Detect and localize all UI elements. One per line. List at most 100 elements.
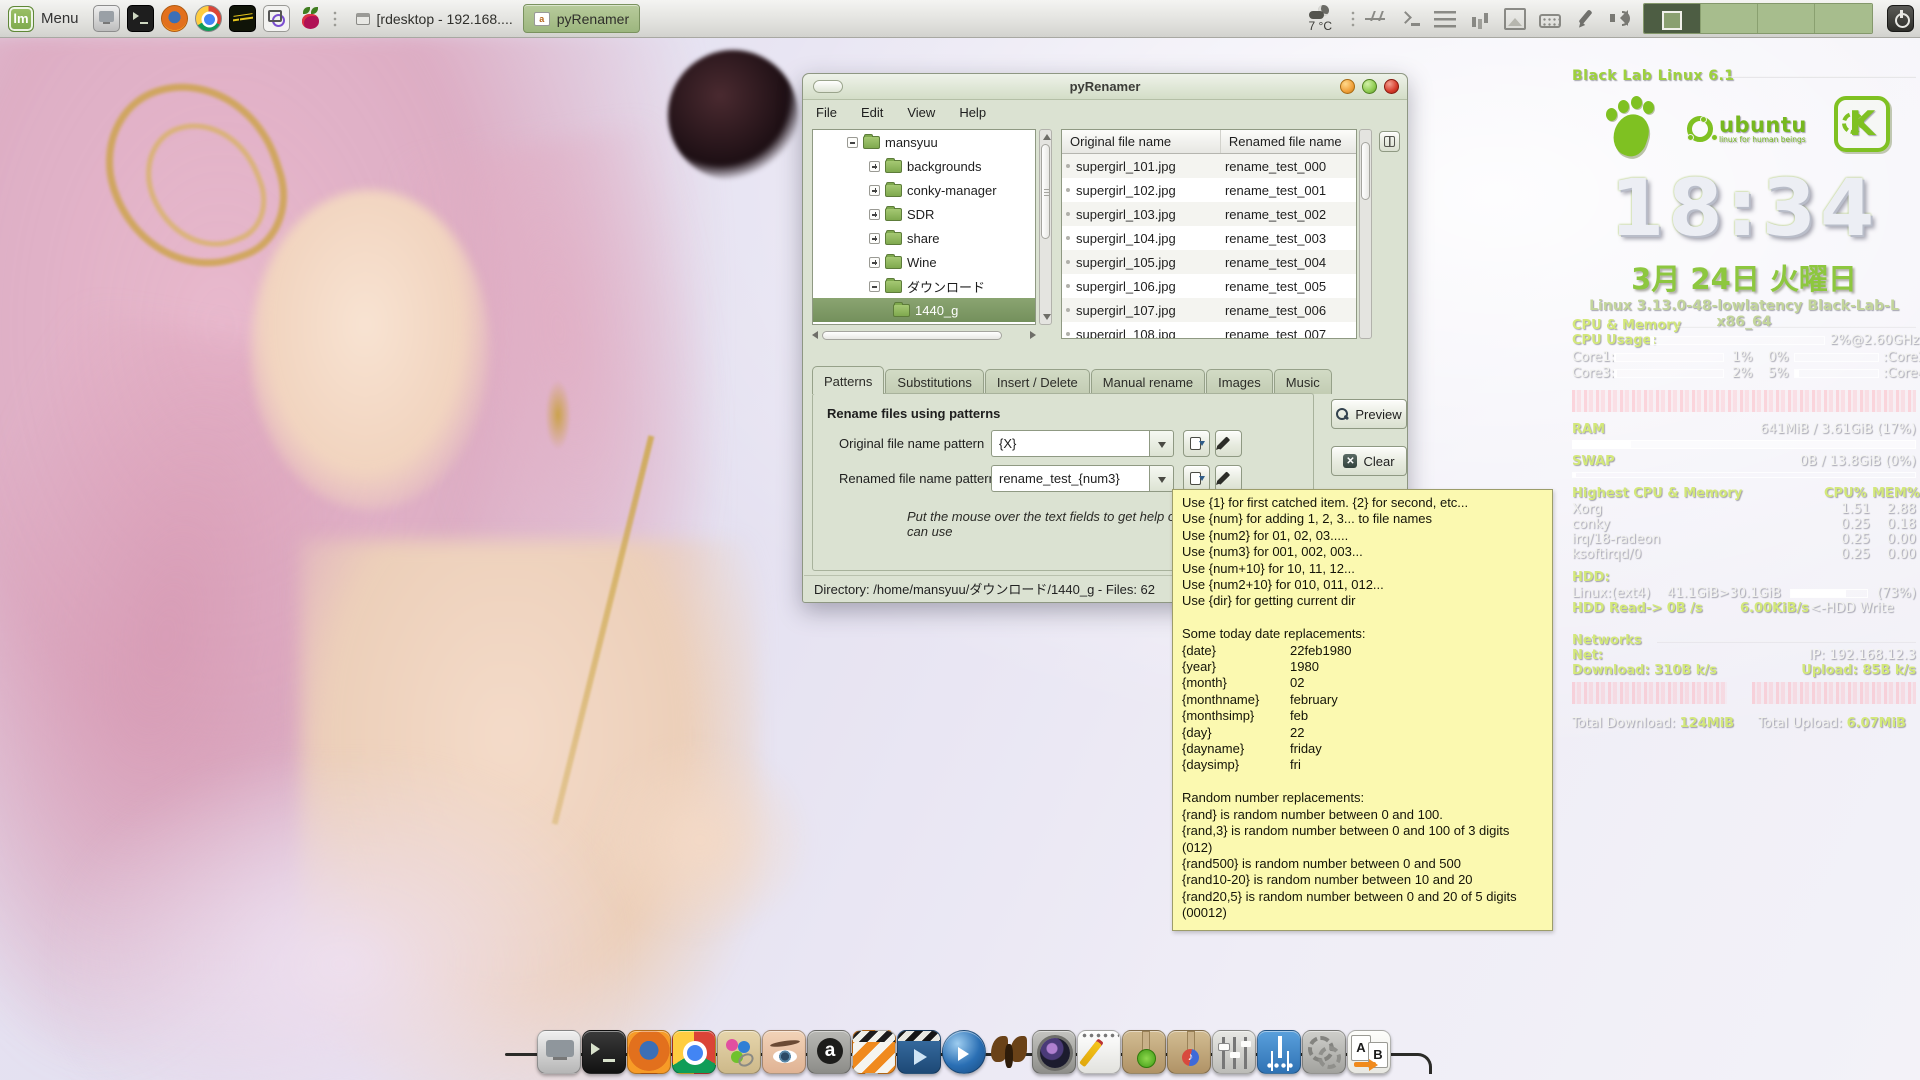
file-row[interactable]: supergirl_102.jpgrename_test_001 xyxy=(1062,178,1356,202)
workspace-3[interactable] xyxy=(1758,4,1815,33)
scrollbar-thumb[interactable] xyxy=(822,331,1002,340)
dock-notes-icon[interactable] xyxy=(1077,1030,1121,1074)
tree-item-1440g-selected[interactable]: 1440_g xyxy=(813,298,1035,322)
terminal-launcher-icon[interactable] xyxy=(127,5,154,32)
tree-item-wine[interactable]: Wine xyxy=(813,250,1035,274)
dock-chrome-icon[interactable] xyxy=(672,1030,716,1074)
dock-openshot-icon[interactable] xyxy=(852,1030,896,1074)
dock-terminal-icon[interactable] xyxy=(582,1030,626,1074)
file-row[interactable]: supergirl_104.jpgrename_test_003 xyxy=(1062,226,1356,250)
scroll-right-arrow[interactable] xyxy=(1030,331,1036,339)
tree-item-mansyuu[interactable]: mansyuu xyxy=(813,130,1035,154)
tree-item-conky-manager[interactable]: conky-manager xyxy=(813,178,1035,202)
tab-music[interactable]: Music xyxy=(1274,369,1332,394)
dock-web-video-icon[interactable] xyxy=(942,1030,986,1074)
expander-collapsed-icon[interactable] xyxy=(869,209,880,220)
tree-horizontal-scrollbar[interactable] xyxy=(812,329,1036,341)
clear-button[interactable]: Clear xyxy=(1331,446,1407,476)
expander-collapsed-icon[interactable] xyxy=(869,161,880,172)
raspberry-launcher-icon[interactable] xyxy=(297,5,324,32)
dock-camera-lens-icon[interactable] xyxy=(1032,1030,1076,1074)
file-row[interactable]: supergirl_106.jpgrename_test_005 xyxy=(1062,274,1356,298)
screenshot-tray-icon[interactable] xyxy=(1504,8,1526,30)
keyboard-tray-icon[interactable] xyxy=(1539,14,1561,28)
dock-firefox-icon[interactable] xyxy=(627,1030,671,1074)
dock-gears-icon[interactable] xyxy=(1302,1030,1346,1074)
tab-substitutions[interactable]: Substitutions xyxy=(885,369,983,394)
scroll-down-arrow[interactable] xyxy=(1043,314,1051,320)
edit-pattern-button[interactable] xyxy=(1215,430,1242,457)
close-button[interactable] xyxy=(1384,79,1399,94)
menu-button[interactable]: Menu xyxy=(0,0,89,38)
taskbar-item-pyrenamer[interactable]: pyRenamer xyxy=(523,4,640,33)
dock-moth-icon[interactable] xyxy=(987,1030,1031,1074)
taskbar-item-rdesktop[interactable]: [rdesktop - 192.168.... xyxy=(346,4,523,33)
combo-dropdown-arrow[interactable] xyxy=(1149,430,1174,457)
volume-tray-icon[interactable] xyxy=(1609,8,1631,30)
tree-vertical-scrollbar[interactable] xyxy=(1039,129,1052,325)
dock-eye-makeup-icon[interactable] xyxy=(762,1030,806,1074)
menu-lines-tray-icon[interactable] xyxy=(1434,8,1456,30)
workspace-1[interactable] xyxy=(1644,4,1701,33)
expander-collapsed-icon[interactable] xyxy=(869,233,880,244)
dock-audio-mixer-icon[interactable] xyxy=(1212,1030,1256,1074)
preview-button[interactable]: Preview xyxy=(1331,399,1407,429)
dock-package-installer-icon[interactable] xyxy=(1122,1030,1166,1074)
file-row[interactable]: supergirl_107.jpgrename_test_006 xyxy=(1062,298,1356,322)
combo-dropdown-arrow[interactable] xyxy=(1149,465,1174,492)
oscilloscope-launcher-icon[interactable] xyxy=(229,5,256,32)
dock-apt-icon[interactable] xyxy=(807,1030,851,1074)
scrollbar-thumb[interactable] xyxy=(1041,144,1050,239)
system-monitor-tray-icon[interactable] xyxy=(1364,8,1386,30)
maximize-button[interactable] xyxy=(1362,79,1377,94)
terminal-tray-icon[interactable] xyxy=(1399,8,1421,30)
dock-package-music-icon[interactable] xyxy=(1167,1030,1211,1074)
apply-pattern-button[interactable] xyxy=(1183,430,1210,457)
edit-pattern-button[interactable] xyxy=(1215,465,1242,492)
scroll-up-arrow[interactable] xyxy=(1043,134,1051,140)
expander-expanded-icon[interactable] xyxy=(847,137,858,148)
file-row[interactable]: supergirl_103.jpgrename_test_002 xyxy=(1062,202,1356,226)
power-button[interactable] xyxy=(1887,5,1914,32)
minimize-button[interactable] xyxy=(1340,79,1355,94)
original-pattern-input[interactable]: {X} xyxy=(991,430,1149,457)
dock-display-icon[interactable] xyxy=(537,1030,581,1074)
expander-collapsed-icon[interactable] xyxy=(869,257,880,268)
menu-file[interactable]: File xyxy=(816,105,837,120)
tree-item-share[interactable]: share xyxy=(813,226,1035,250)
menu-help[interactable]: Help xyxy=(959,105,986,120)
file-list-scrollbar[interactable] xyxy=(1359,129,1372,339)
expander-expanded-icon[interactable] xyxy=(869,281,880,292)
expander-collapsed-icon[interactable] xyxy=(869,185,880,196)
tree-item-backgrounds[interactable]: backgrounds xyxy=(813,154,1035,178)
column-original-file-name[interactable]: Original file name xyxy=(1062,130,1221,153)
tree-item-downloads[interactable]: ダウンロード xyxy=(813,274,1035,298)
titlebar[interactable]: pyRenamer xyxy=(803,74,1407,100)
tab-insert-delete[interactable]: Insert / Delete xyxy=(985,369,1090,394)
dock-anchor-icon[interactable] xyxy=(1257,1030,1301,1074)
scrollbar-thumb[interactable] xyxy=(1361,142,1370,200)
column-options-button[interactable] xyxy=(1379,131,1400,152)
scroll-left-arrow[interactable] xyxy=(812,331,818,339)
file-row[interactable]: supergirl_105.jpgrename_test_004 xyxy=(1062,250,1356,274)
workspace-2[interactable] xyxy=(1701,4,1758,33)
apply-pattern-button[interactable] xyxy=(1183,465,1210,492)
tab-images[interactable]: Images xyxy=(1206,369,1273,394)
bars-tray-icon[interactable] xyxy=(1469,8,1491,30)
menu-edit[interactable]: Edit xyxy=(861,105,883,120)
menu-view[interactable]: View xyxy=(907,105,935,120)
column-renamed-file-name[interactable]: Renamed file name xyxy=(1221,130,1356,153)
file-row[interactable]: supergirl_101.jpgrename_test_000 xyxy=(1062,154,1356,178)
workspace-4[interactable] xyxy=(1815,4,1872,33)
dock-gimp-icon[interactable] xyxy=(717,1030,761,1074)
firefox-launcher-icon[interactable] xyxy=(161,5,188,32)
renamed-pattern-input[interactable]: rename_test_{num3} xyxy=(991,465,1149,492)
chrome-launcher-icon[interactable] xyxy=(195,5,222,32)
dock-pyrenamer-icon[interactable]: A B xyxy=(1347,1030,1391,1074)
tree-item-sdr[interactable]: SDR xyxy=(813,202,1035,226)
tab-manual-rename[interactable]: Manual rename xyxy=(1091,369,1205,394)
signal-tool-launcher-icon[interactable] xyxy=(263,5,290,32)
weather-applet[interactable]: 7 °C xyxy=(1309,6,1332,32)
stylus-tray-icon[interactable] xyxy=(1574,8,1596,30)
file-row[interactable]: supergirl_108.jpgrename_test_007 xyxy=(1062,322,1356,339)
